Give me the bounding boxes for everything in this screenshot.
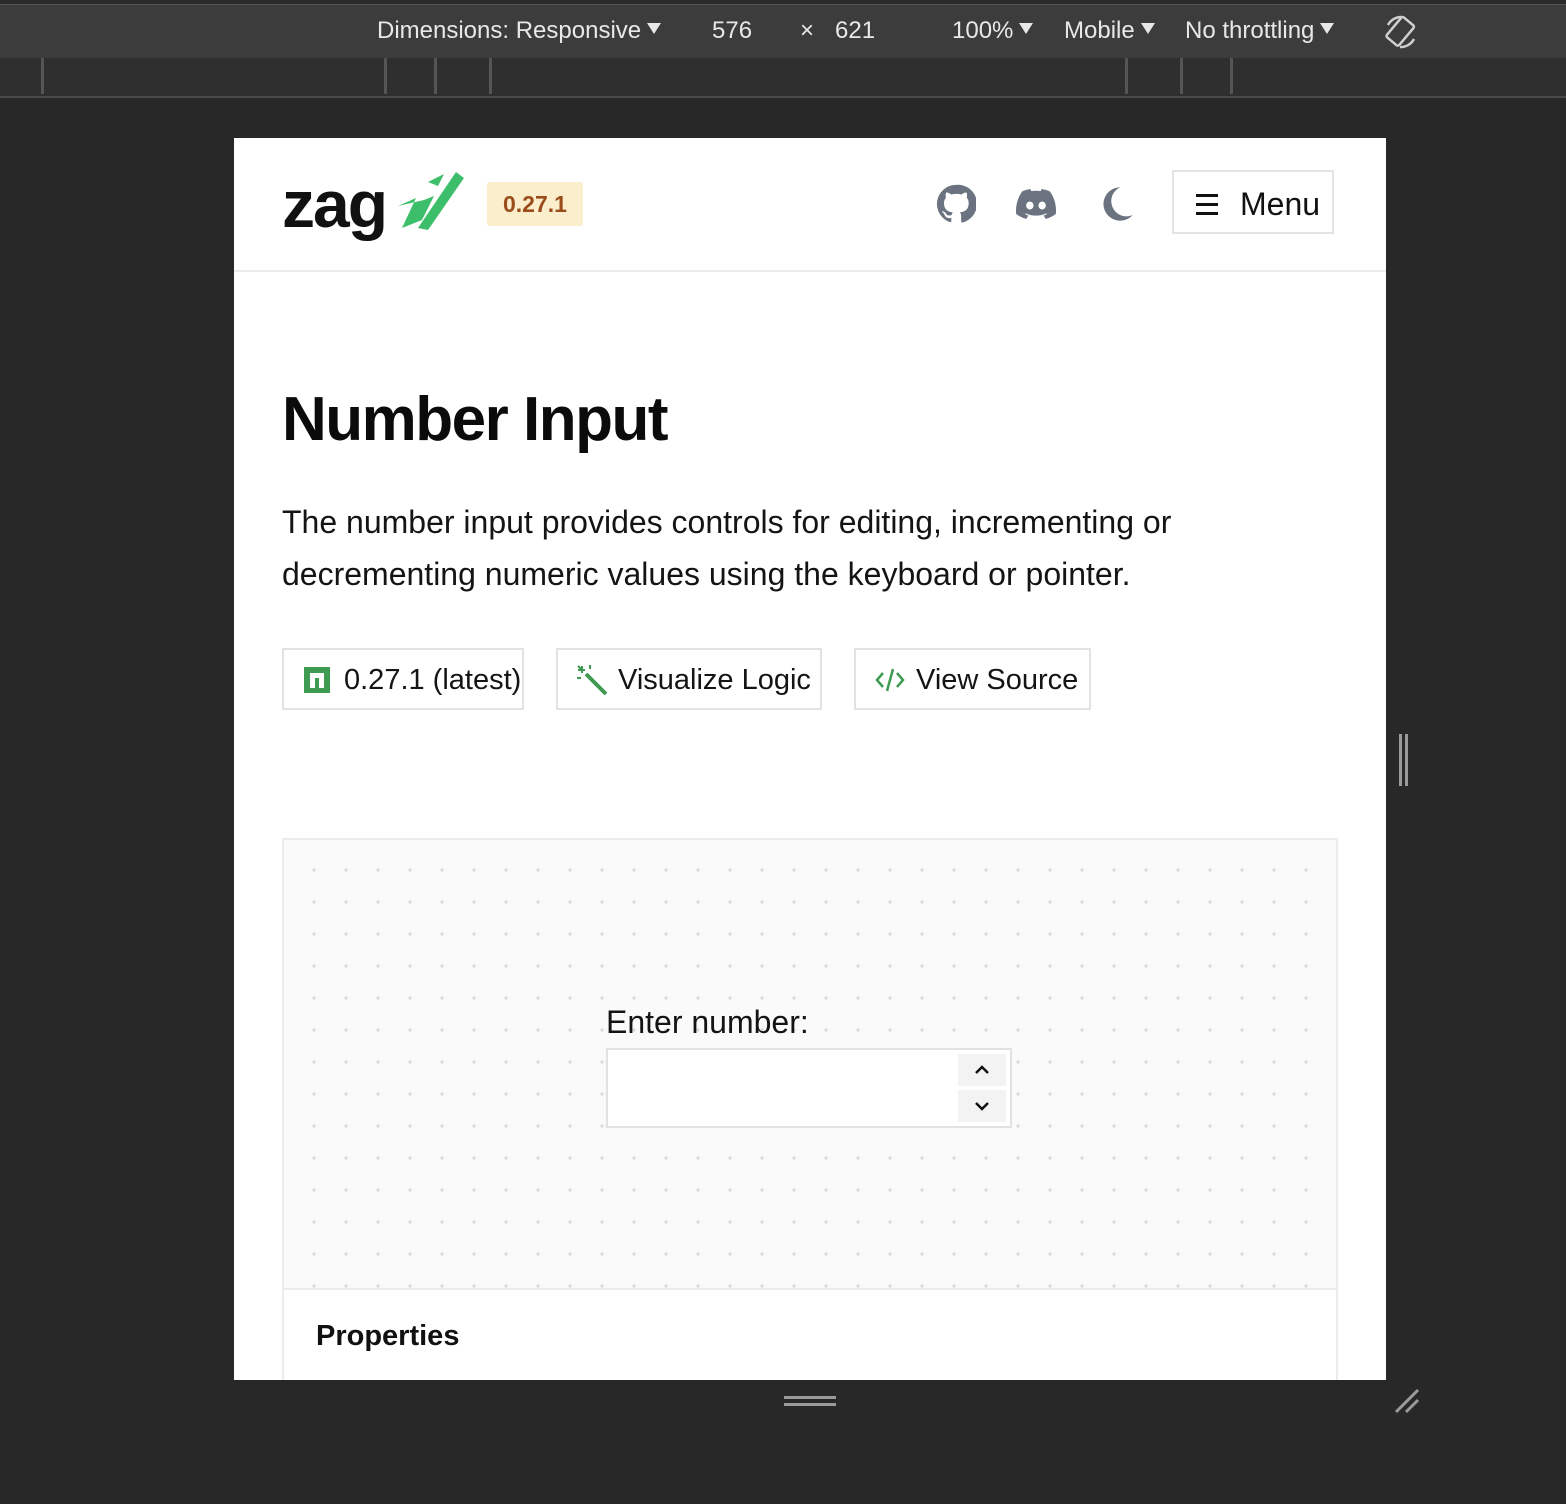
dimensions-dropdown[interactable]: Dimensions: Responsive bbox=[377, 17, 662, 45]
number-input-field[interactable] bbox=[608, 1050, 948, 1126]
device-viewport: zag 0.27.1 Menu Number Input The number … bbox=[234, 138, 1386, 1380]
chevron-down-icon bbox=[1019, 23, 1034, 34]
chevron-up-icon bbox=[975, 1065, 989, 1074]
zoom-dropdown[interactable]: 100% bbox=[952, 17, 1034, 45]
npm-version-link[interactable]: 0.27.1 (latest) bbox=[282, 648, 524, 710]
magic-wand-icon bbox=[577, 665, 608, 696]
viewport-height-input[interactable]: 621 bbox=[835, 17, 875, 45]
logo[interactable]: zag bbox=[282, 166, 388, 242]
zag-logo-mark-icon bbox=[398, 172, 464, 230]
rotate-icon[interactable] bbox=[1382, 13, 1420, 51]
page-title: Number Input bbox=[282, 385, 668, 454]
site-header: zag 0.27.1 Menu bbox=[234, 138, 1386, 272]
number-input-label: Enter number: bbox=[606, 1004, 809, 1040]
visualize-logic-label: Visualize Logic bbox=[618, 664, 811, 696]
hamburger-icon bbox=[1196, 194, 1218, 221]
demo-playground: Enter number: bbox=[282, 838, 1338, 1290]
viewport-width-input[interactable]: 576 bbox=[712, 17, 752, 45]
moon-icon[interactable] bbox=[1096, 184, 1136, 224]
page-description: The number input provides controls for e… bbox=[282, 504, 1172, 592]
npm-icon bbox=[304, 667, 330, 693]
increment-button[interactable] bbox=[958, 1054, 1006, 1086]
number-input-control bbox=[606, 1048, 1012, 1128]
discord-icon[interactable] bbox=[1016, 184, 1056, 224]
chevron-down-icon bbox=[1320, 23, 1335, 34]
menu-button[interactable]: Menu bbox=[1172, 170, 1334, 234]
throttling-dropdown[interactable]: No throttling bbox=[1185, 17, 1335, 45]
github-icon[interactable] bbox=[936, 184, 976, 224]
chevron-down-icon bbox=[975, 1102, 989, 1111]
menu-button-label: Menu bbox=[1240, 186, 1321, 222]
view-source-link[interactable]: View Source bbox=[854, 648, 1091, 710]
properties-panel: Properties bbox=[282, 1290, 1338, 1380]
version-badge: 0.27.1 bbox=[487, 182, 583, 226]
corner-resize-icon[interactable] bbox=[1392, 1386, 1422, 1416]
media-query-ruler bbox=[0, 58, 1566, 98]
times-separator: × bbox=[800, 17, 815, 44]
chevron-down-icon bbox=[647, 23, 662, 34]
device-type-dropdown[interactable]: Mobile bbox=[1064, 17, 1155, 45]
devtools-device-toolbar: Dimensions: Responsive 576 × 621 100% Mo… bbox=[0, 4, 1566, 59]
npm-version-label: 0.27.1 (latest) bbox=[344, 664, 522, 696]
view-source-label: View Source bbox=[916, 664, 1079, 696]
viewport-width-resize-handle[interactable] bbox=[1399, 734, 1411, 786]
decrement-button[interactable] bbox=[958, 1090, 1006, 1122]
visualize-logic-link[interactable]: Visualize Logic bbox=[556, 648, 822, 710]
chevron-down-icon bbox=[1140, 23, 1155, 34]
properties-title: Properties bbox=[316, 1320, 460, 1352]
viewport-height-resize-handle[interactable] bbox=[784, 1396, 836, 1406]
code-icon bbox=[875, 668, 905, 692]
